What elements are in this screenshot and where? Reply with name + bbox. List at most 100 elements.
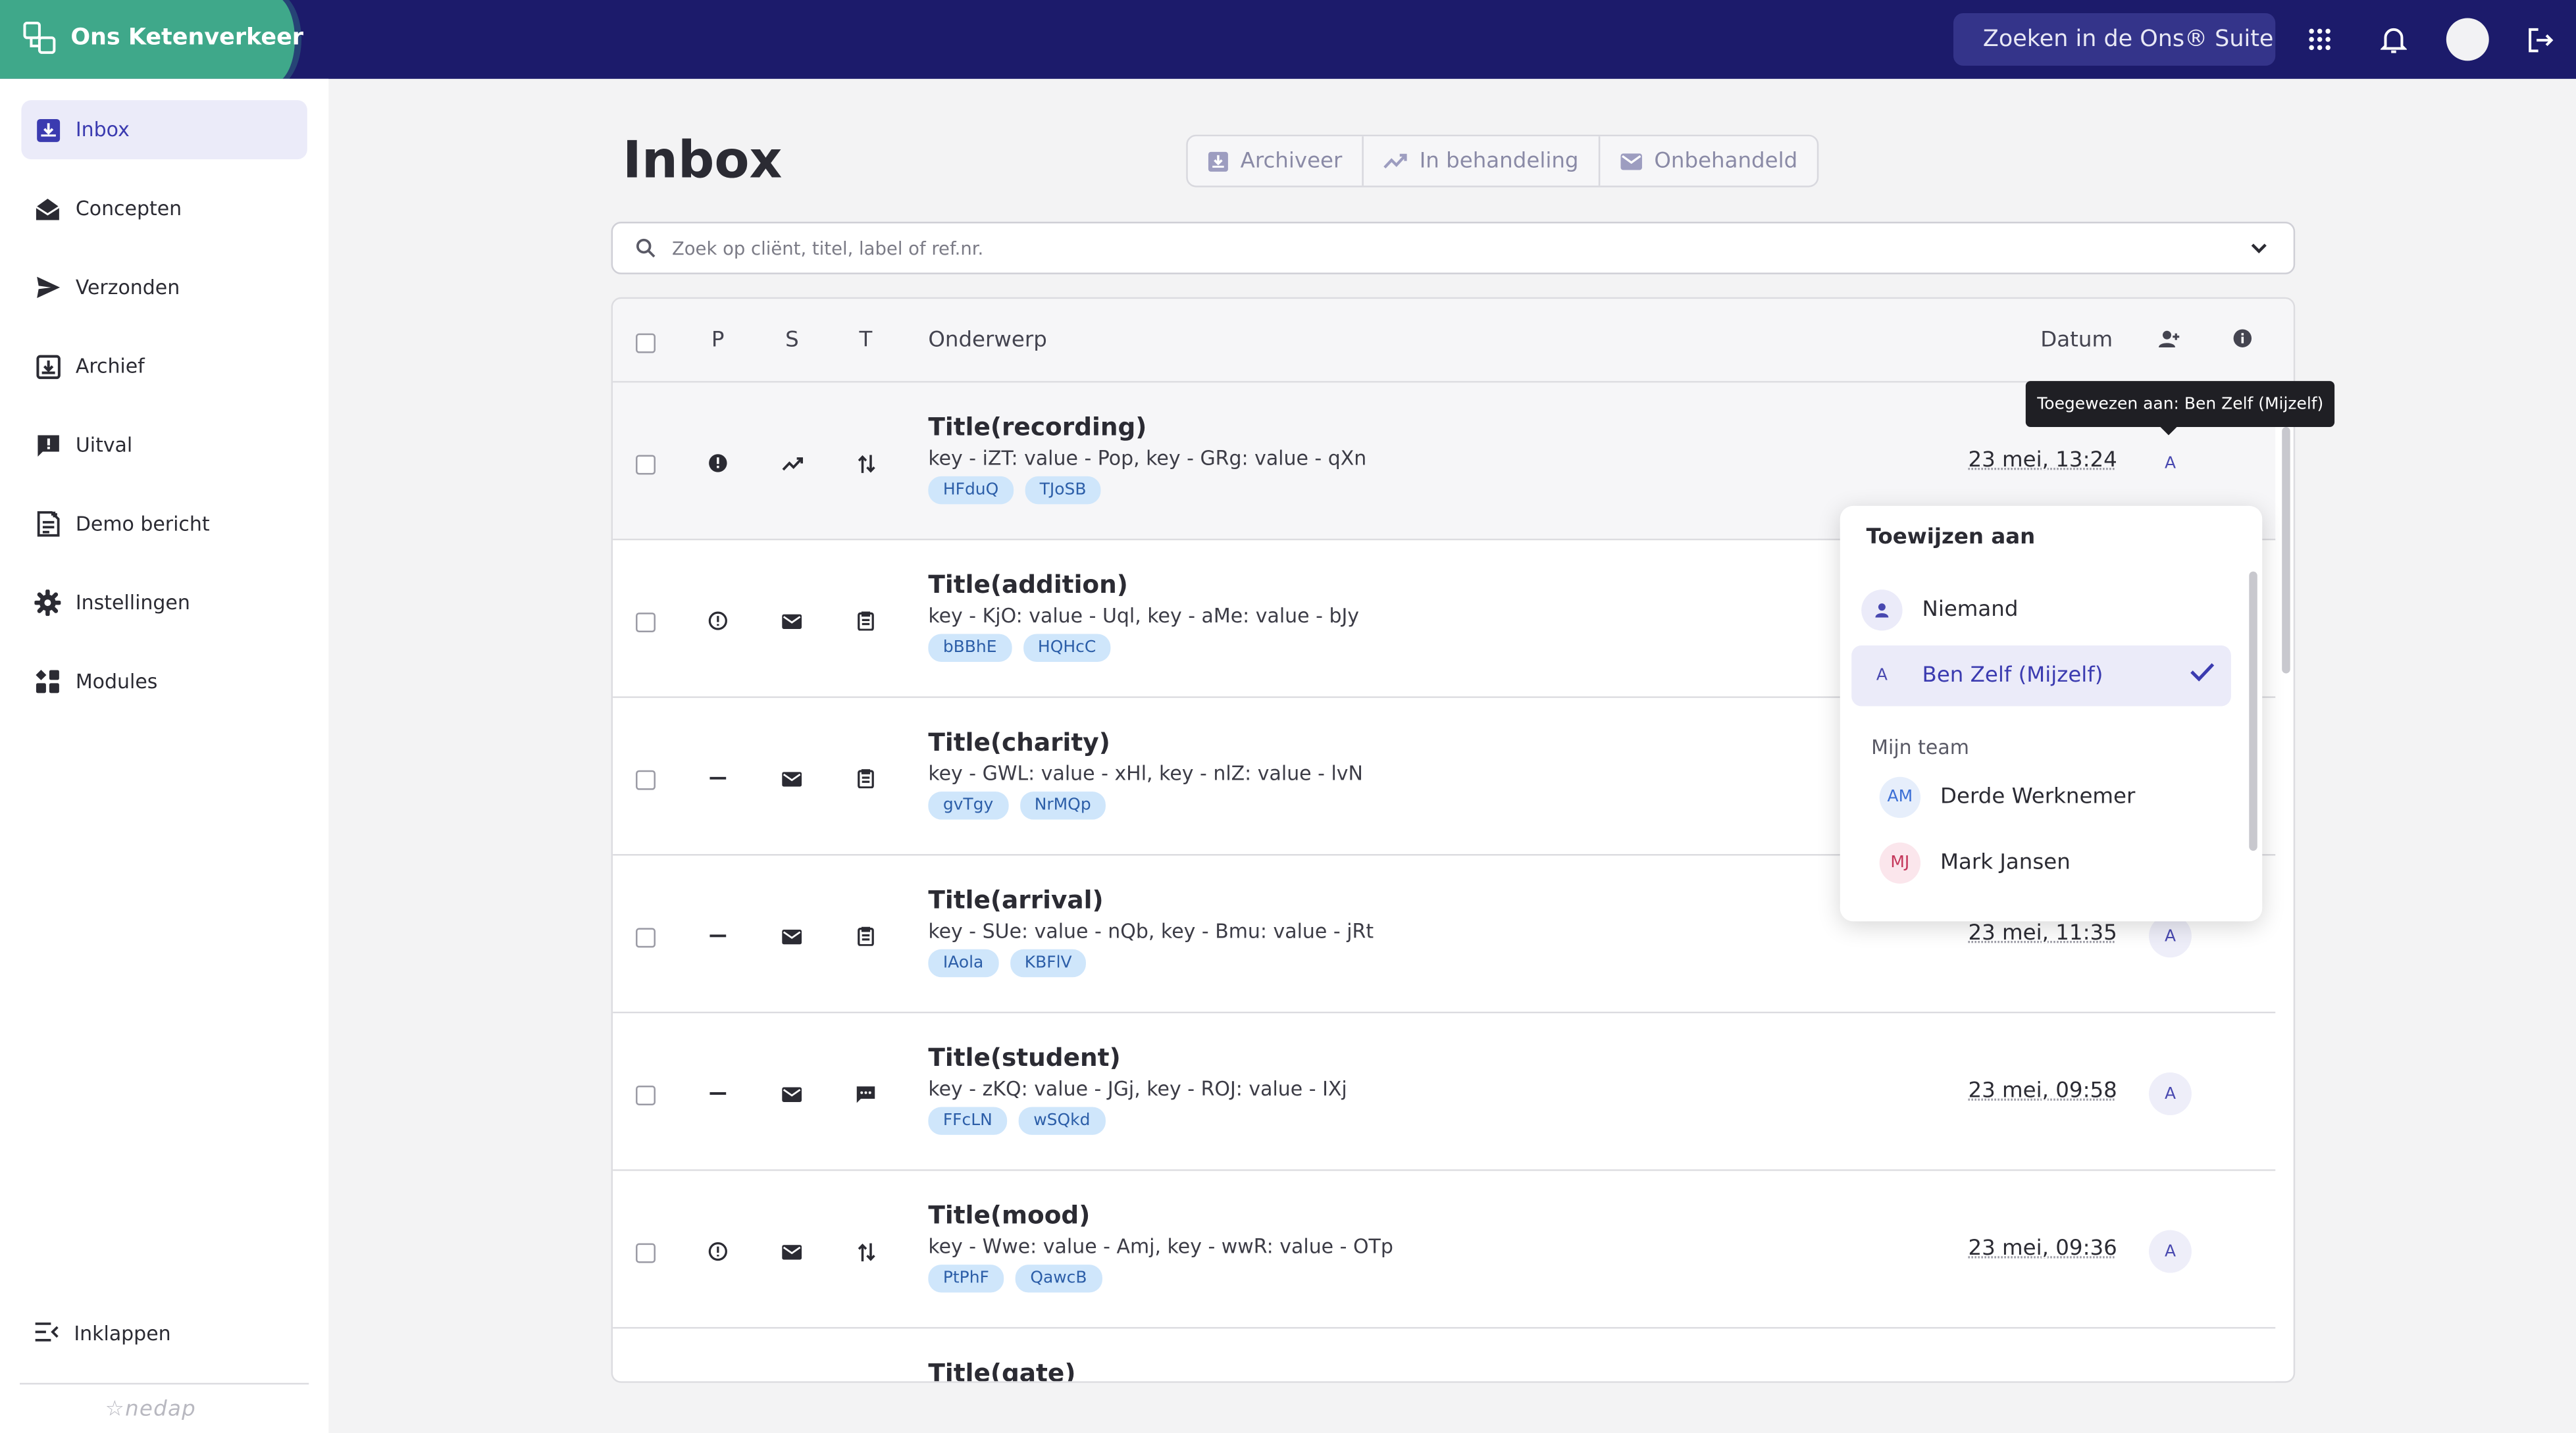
inbox-search-input[interactable]: Zoek op cliënt, titel, label of ref.nr. [611,221,2296,274]
header-type[interactable]: T [860,328,873,353]
archive-label: Archiveer [1240,148,1343,174]
clipboard-icon [854,767,877,790]
assignee-avatar[interactable]: A [2149,1230,2192,1273]
avatar: MJ [1879,842,1921,884]
row-checkbox[interactable] [636,1243,656,1263]
row-tags: FFcLN wSQkd [928,1107,1105,1135]
row-checkbox[interactable] [636,928,656,948]
logout-icon[interactable] [2520,20,2560,59]
sidebar-item-instellingen[interactable]: Instellingen [21,573,307,632]
sidebar-item-archief[interactable]: Archief [21,337,307,396]
assign-option-label: Ben Zelf (Mijzelf) [1922,663,2103,688]
team-section-label: Mijn team [1871,736,1969,759]
avatar[interactable] [2446,18,2489,61]
row-tags: IAola KBFlV [928,949,1087,978]
row-checkbox[interactable] [636,613,656,633]
assign-dropdown: Toewijzen aan Niemand A Ben Zelf (Mijzel… [1840,505,2263,922]
sidebar-item-uitval[interactable]: Uitval [21,416,307,475]
priority-none-icon [706,924,729,947]
table-row[interactable]: Title(student) key - zKQ: value - JGj, k… [613,1013,2276,1171]
tag: HQHcC [1023,634,1111,662]
priority-alert-icon [706,451,729,474]
tag: IAola [928,949,998,978]
archive-button[interactable]: Archiveer [1188,136,1364,186]
header-priority[interactable]: P [711,328,725,353]
row-tags: bBBhE HQHcC [928,634,1111,662]
assign-option-ben-zelf[interactable]: A Ben Zelf (Mijzelf) [1851,645,2231,707]
send-icon [34,274,61,301]
table-scrollbar[interactable] [2282,427,2290,674]
header-subject[interactable]: Onderwerp [928,328,1046,353]
row-tags: HFduQ TJoSB [928,476,1102,505]
unhandled-button[interactable]: Onbehandeld [1600,136,1817,186]
transfer-icon [854,1240,877,1263]
row-checkbox[interactable] [636,1085,656,1105]
sidebar-item-concepten[interactable]: Concepten [21,179,307,238]
chevron-down-icon[interactable] [2248,236,2271,259]
clipboard-icon [854,609,877,632]
row-checkbox[interactable] [636,770,656,790]
envelope-icon [781,609,804,632]
tag: bBBhE [928,634,1012,662]
sidebar-item-label: Archief [75,355,145,378]
info-icon[interactable] [2231,327,2254,350]
avatar: A [1876,666,1888,685]
envelope-icon [781,1240,804,1263]
brand[interactable]: Ons Ketenverkeer [0,0,312,79]
dropdown-scrollbar[interactable] [2249,571,2257,851]
header-date[interactable]: Datum [2040,328,2113,353]
row-title: Title(addition) [928,570,1128,600]
row-title: Title(mood) [928,1200,1091,1230]
bell-icon[interactable] [2374,20,2413,59]
sidebar-item-demo-bericht[interactable]: Demo bericht [21,494,307,553]
row-checkbox[interactable] [636,455,656,475]
envelope-icon [781,767,804,790]
trend-icon [1383,153,1407,169]
assign-option-niemand[interactable]: Niemand [1851,580,2231,640]
checkmark-icon [2190,663,2215,682]
assign-option-label: Niemand [1922,597,2019,623]
header-status[interactable]: S [785,328,799,353]
assignee-avatar[interactable]: A [2149,1072,2192,1115]
select-all-checkbox[interactable] [636,333,656,353]
row-description: key - Wwe: value - Amj, key - wwR: value… [928,1235,1393,1259]
table-row[interactable]: Title(mood) key - Wwe: value - Amj, key … [613,1170,2276,1329]
row-description: key - SUe: value - nQb, key - Bmu: value… [928,919,1374,943]
assign-option-mark-jansen[interactable]: MJ Mark Jansen [1873,833,2231,893]
row-date: 23 mei, 09:58 [1968,1079,2117,1104]
row-title: Title(student) [928,1043,1121,1073]
row-date: 23 mei, 13:24 [1968,448,2117,473]
sidebar-divider [19,1382,309,1385]
assign-option-derde-werknemer[interactable]: AM Derde Werknemer [1873,767,2231,828]
priority-info-icon [706,1240,729,1263]
table-row[interactable]: Title(gate) [613,1328,2276,1382]
app-root: Ons Ketenverkeer Zoeken in de Ons® Suite… [0,0,2576,1433]
chat-icon [854,1082,877,1105]
assignee-avatar[interactable]: A [2149,441,2192,484]
in-progress-button[interactable]: In behandeling [1364,136,1600,186]
sidebar-item-verzonden[interactable]: Verzonden [21,258,307,317]
sidebar-item-label: Modules [75,670,158,693]
apps-grid-icon[interactable] [2300,20,2340,59]
person-add-icon[interactable] [2157,327,2180,350]
row-description: key - GWL: value - xHl, key - nlZ: value… [928,762,1363,786]
tag: NrMQp [1019,792,1106,820]
sidebar-item-label: Instellingen [75,591,190,615]
tag: HFduQ [928,476,1014,505]
row-date: 23 mei, 11:35 [1968,921,2117,946]
collapse-icon [34,1321,59,1345]
inbox-search-placeholder: Zoek op cliënt, titel, label of ref.nr. [671,237,984,259]
assign-option-label: Mark Jansen [1940,851,2071,876]
sidebar-item-inbox[interactable]: Inbox [21,100,307,160]
global-search-input[interactable]: Zoeken in de Ons® Suite... [1953,13,2276,66]
archive-icon [34,353,61,380]
search-icon [636,238,656,258]
collapse-sidebar-button[interactable]: Inklappen [21,1304,307,1363]
tag: FFcLN [928,1107,1008,1135]
sidebar-item-label: Inbox [75,118,130,141]
modules-icon [34,668,61,695]
row-description: key - zKQ: value - JGj, key - ROJ: value… [928,1077,1347,1101]
row-description: key - iZT: value - Pop, key - GRg: value… [928,446,1367,470]
row-date: 23 mei, 09:36 [1968,1236,2117,1262]
sidebar-item-modules[interactable]: Modules [21,652,307,711]
